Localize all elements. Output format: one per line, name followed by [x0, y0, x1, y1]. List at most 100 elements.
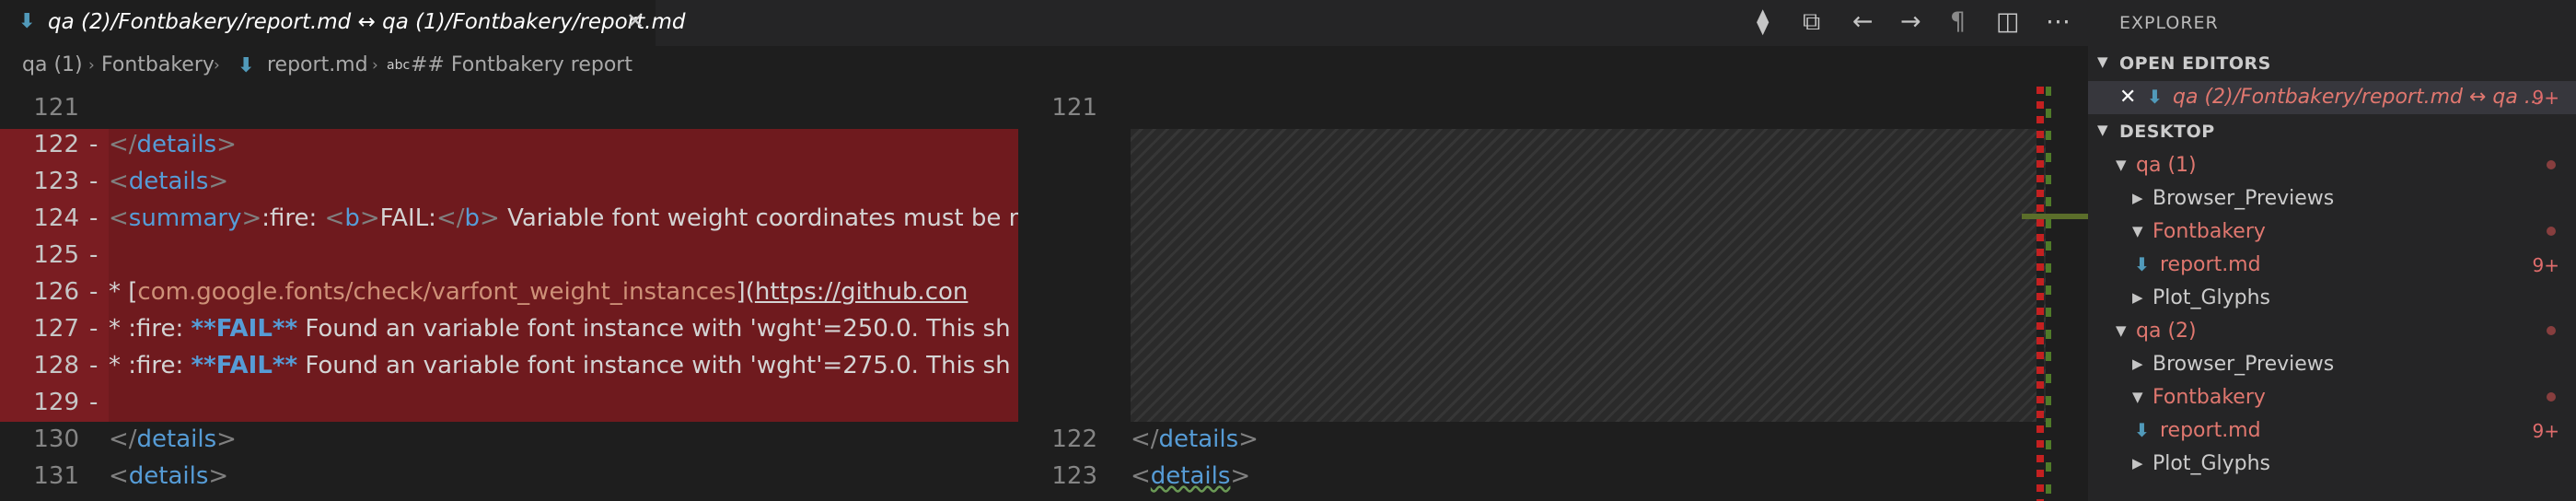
tree-item-label: Fontbakery	[2152, 220, 2266, 243]
tree-item-label: Browser_Previews	[2152, 187, 2335, 210]
code-line-123: <details>	[1131, 462, 1251, 490]
problems-count-badge: 9+	[2532, 87, 2559, 109]
tree-item-label: qa (2)	[2136, 320, 2197, 343]
code-line-126: * [com.google.fonts/check/varfont_weight…	[109, 278, 969, 306]
tree-item[interactable]: ▼ qa (2)	[2088, 315, 2576, 348]
tree-item[interactable]: ▶ Browser_Previews	[2088, 182, 2576, 216]
code-line-122: </details>	[109, 131, 237, 158]
modified-dot-badge	[2547, 392, 2556, 402]
chevron-down-icon[interactable]: ▼	[2132, 223, 2143, 239]
line-number: 128	[33, 352, 79, 379]
code-line-131: <details>	[109, 462, 229, 490]
markdown-file-icon: ⬇	[238, 54, 255, 77]
chevron-down-icon[interactable]: ▼	[2132, 389, 2143, 405]
line-number: 129	[33, 389, 79, 416]
breadcrumb-symbol[interactable]: ## Fontbakery report	[411, 53, 632, 76]
tree-item-label: Fontbakery	[2152, 386, 2266, 409]
breadcrumb-file[interactable]: report.md	[267, 53, 368, 76]
chevron-right-icon[interactable]: ▶	[2132, 355, 2143, 372]
tree-item-label: report.md	[2160, 253, 2261, 276]
tree-item[interactable]: ▶ Browser_Previews	[2088, 348, 2576, 381]
line-number: 125	[33, 241, 79, 269]
markdown-file-icon: ⬇	[2134, 253, 2150, 275]
breadcrumb: qa (1) › Fontbakery › ⬇ report.md › abc …	[0, 46, 2088, 87]
close-icon[interactable]: ✕	[2119, 86, 2136, 109]
breadcrumb-folder[interactable]: qa (1)	[22, 53, 83, 76]
deleted-line-marker: -	[89, 315, 99, 343]
more-actions-icon[interactable]: ⋯	[2046, 7, 2071, 36]
line-number: 122	[33, 131, 79, 158]
line-number: 127	[33, 315, 79, 343]
tab-title: qa (2)/Fontbakery/report.md ↔ qa (1)/Fon…	[48, 10, 686, 34]
overview-ruler-changes	[2046, 87, 2051, 501]
diff-original-editor[interactable]: </details> <details> <summary>:fire: <b>…	[0, 87, 1018, 501]
deleted-line-marker: -	[89, 389, 99, 416]
line-number: 130	[33, 425, 79, 453]
problems-count-badge: 9+	[2532, 254, 2559, 276]
chevron-right-icon: ›	[372, 56, 378, 75]
chevron-down-icon[interactable]: ▼	[2116, 157, 2127, 173]
code-line-123: <details>	[109, 168, 229, 195]
code-line-127: * :fire: **FAIL** Found an variable font…	[109, 315, 1011, 343]
breadcrumb-subfolder[interactable]: Fontbakery	[101, 53, 215, 76]
tree-item[interactable]: ⬇ report.md 9+	[2088, 249, 2576, 282]
tree-item[interactable]: ▼ Fontbakery	[2088, 381, 2576, 414]
line-number: 126	[33, 278, 79, 306]
diff-overview-ruler	[2036, 87, 2044, 501]
open-editor-label: qa (2)/Fontbakery/report.md ↔ qa ...	[2173, 86, 2544, 109]
line-number: 123	[1051, 462, 1097, 490]
line-number: 123	[33, 168, 79, 195]
chevron-right-icon: ›	[214, 56, 220, 75]
deleted-line-marker: -	[89, 204, 99, 232]
diff-placeholder-hatch	[1131, 129, 2051, 422]
close-icon[interactable]: ✕	[626, 8, 644, 34]
editor-tab-bar: ⬇ qa (2)/Fontbakery/report.md ↔ qa (1)/F…	[0, 0, 2088, 46]
line-number: 121	[1051, 94, 1097, 122]
toggle-whitespace-icon[interactable]: ¶	[1950, 7, 1966, 36]
explorer-sidebar: EXPLORER ▼ OPEN EDITORS ✕ ⬇ qa (2)/Fontb…	[2088, 0, 2576, 501]
open-editor-item[interactable]: ✕ ⬇ qa (2)/Fontbakery/report.md ↔ qa ...…	[2088, 81, 2576, 114]
chevron-down-icon[interactable]: ▼	[2116, 322, 2127, 339]
chevron-right-icon[interactable]: ▶	[2132, 190, 2143, 206]
tree-item[interactable]: ▶ Plot_Glyphs	[2088, 448, 2576, 481]
tree-item-label: report.md	[2160, 419, 2261, 442]
tree-item[interactable]: ⬇ report.md 9+	[2088, 414, 2576, 448]
tab-diff-report[interactable]: ⬇ qa (2)/Fontbakery/report.md ↔ qa (1)/F…	[0, 0, 685, 46]
code-line-124: <summary>:fire: <b>FAIL:</b> Variable fo…	[109, 204, 1018, 232]
code-line-128: * :fire: **FAIL** Found an variable font…	[109, 352, 1011, 379]
line-number: 121	[33, 94, 79, 122]
next-change-icon[interactable]: →	[1900, 7, 1921, 36]
tree-item[interactable]: ▼ Fontbakery	[2088, 216, 2576, 249]
chevron-right-icon: ›	[88, 56, 95, 75]
string-symbol-icon: abc	[387, 58, 411, 73]
tree-item-label: Browser_Previews	[2152, 353, 2335, 376]
deleted-line-marker: -	[89, 131, 99, 158]
tree-item-label: Plot_Glyphs	[2152, 452, 2271, 475]
deleted-line-marker: -	[89, 241, 99, 269]
split-inline-toggle-icon[interactable]: ⧉	[1803, 7, 1820, 37]
scrollbar-thumb[interactable]	[2022, 214, 2088, 219]
previous-change-icon[interactable]: ←	[1852, 7, 1874, 36]
code-line-122: </details>	[1131, 425, 1259, 453]
split-editor-icon[interactable]: ◫	[1996, 7, 2020, 36]
markdown-file-icon: ⬇	[2134, 419, 2150, 441]
tree-item-label: Plot_Glyphs	[2152, 286, 2271, 309]
open-editors-section-header[interactable]: ▼ OPEN EDITORS	[2088, 48, 2576, 79]
modified-dot-badge	[2547, 160, 2556, 169]
code-line-130: </details>	[109, 425, 237, 453]
chevron-down-icon: ▼	[2097, 53, 2109, 70]
problems-count-badge: 9+	[2532, 420, 2559, 442]
tree-item[interactable]: ▼ qa (1)	[2088, 149, 2576, 182]
modified-dot-badge	[2547, 326, 2556, 335]
chevron-right-icon[interactable]: ▶	[2132, 289, 2143, 306]
modified-dot-badge	[2547, 227, 2556, 236]
line-number: 124	[33, 204, 79, 232]
chevron-right-icon[interactable]: ▶	[2132, 455, 2143, 472]
tree-item[interactable]: ▶ Plot_Glyphs	[2088, 282, 2576, 315]
markdown-file-icon: ⬇	[2147, 86, 2163, 108]
explorer-title: EXPLORER	[2119, 13, 2219, 33]
markdown-file-icon: ⬇	[18, 10, 36, 33]
open-changes-icon[interactable]: ⧫	[1757, 7, 1769, 36]
desktop-section-header[interactable]: ▼ DESKTOP	[2088, 116, 2576, 147]
diff-modified-editor[interactable]: 121 122 123 </details> <details>	[1018, 87, 2088, 501]
